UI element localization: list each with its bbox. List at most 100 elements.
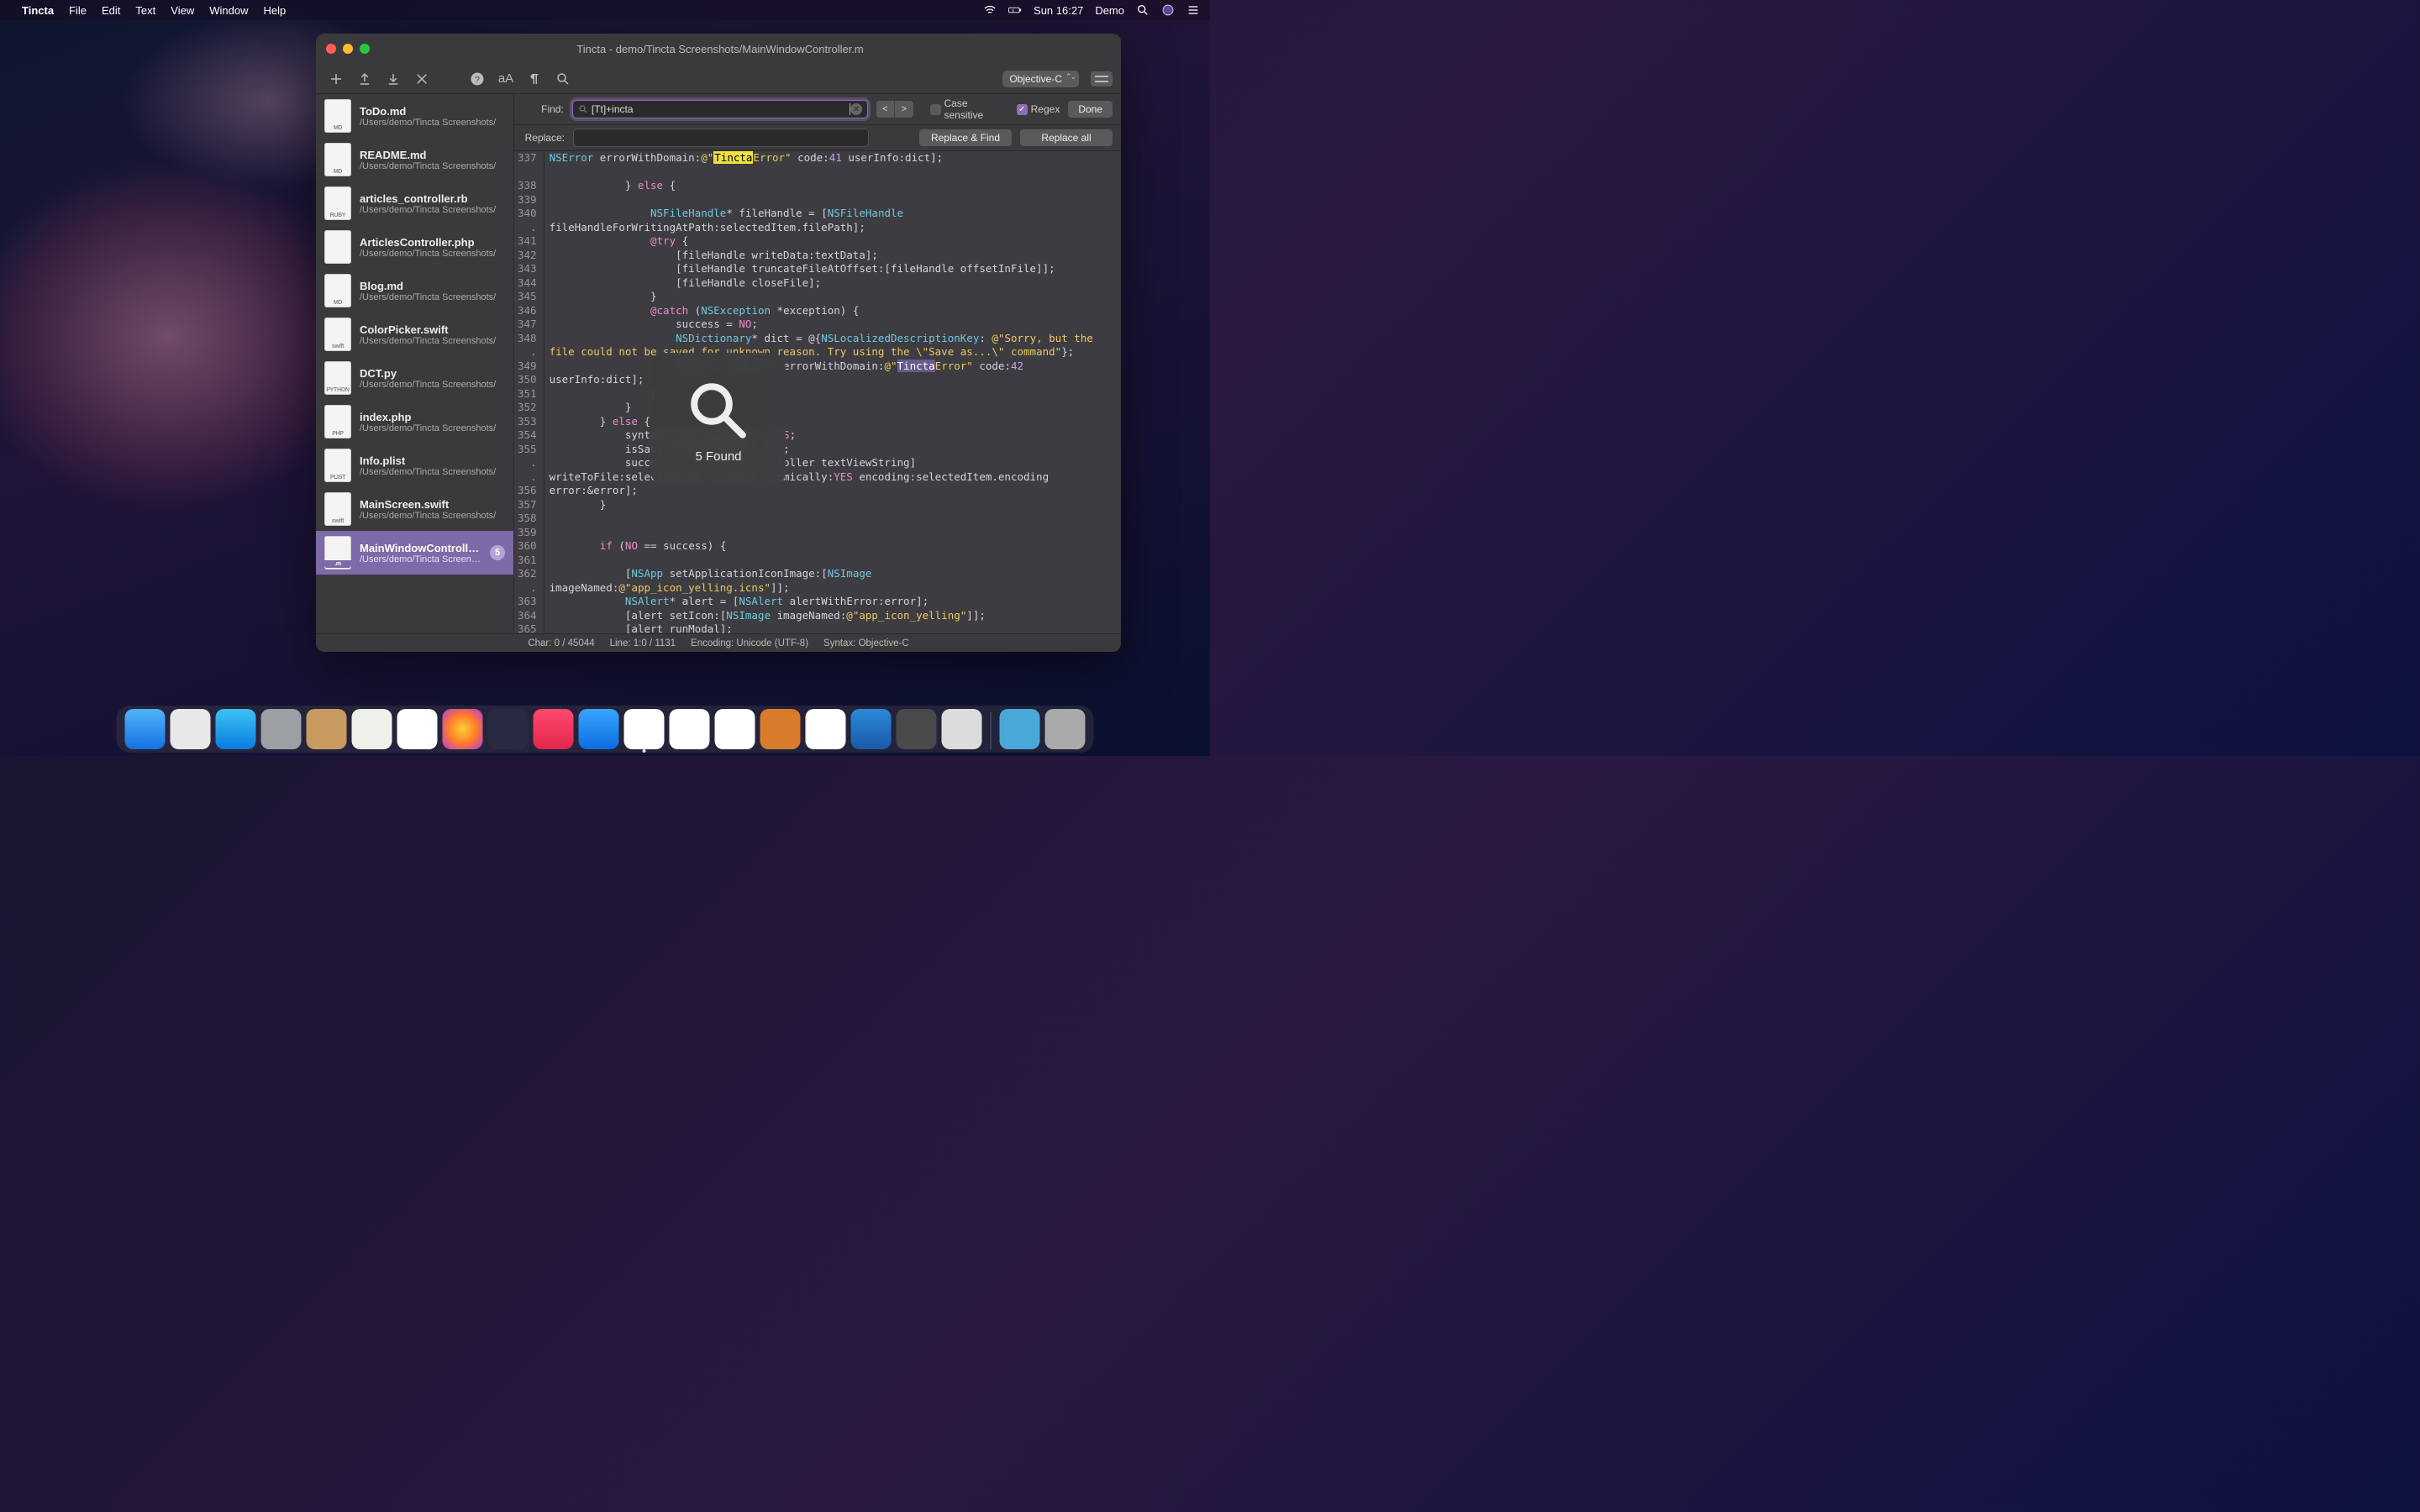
help-button[interactable]: ? [466,68,489,90]
dock-app-font-book[interactable] [942,709,982,749]
code-editor[interactable]: 337338339340.341342343344345346347348.34… [514,151,1121,633]
find-prev-button[interactable]: < [876,101,895,118]
file-row[interactable]: DCT.py/Users/demo/Tincta Screenshots/ [316,356,513,400]
line-number: . [518,456,537,470]
menu-edit[interactable]: Edit [102,4,120,17]
app-menu[interactable]: Tincta [22,4,54,17]
hud-text: 5 Found [695,449,741,464]
control-center-icon[interactable] [1186,3,1200,17]
dock-app-photos[interactable] [397,709,438,749]
paragraph-button[interactable] [523,68,546,90]
code-line: } [550,498,1116,512]
line-number: 363 [518,595,537,609]
done-button[interactable]: Done [1068,101,1113,118]
dock-app-finder[interactable] [125,709,166,749]
code-line: file could not be saved for unknown reas… [550,345,1116,360]
find-bar: Find: [Tt]+incta ✕ < > Case sensitive ✓R… [514,94,1121,125]
dock-app-contacts[interactable] [307,709,347,749]
file-row[interactable]: Blog.md/Users/demo/Tincta Screenshots/ [316,269,513,312]
line-number: 343 [518,262,537,276]
user-menu[interactable]: Demo [1095,4,1124,17]
code-line: [NSApp setApplicationIconImage:[NSImage [550,567,1116,581]
code-line: imageNamed:@"app_icon_yelling.icns"]]; [550,581,1116,596]
code-line: } [550,290,1116,304]
dock-app-music-app[interactable] [534,709,574,749]
replace-all-button[interactable]: Replace all [1020,129,1113,146]
code-line: } [550,401,1116,415]
file-row[interactable]: articles_controller.rb/Users/demo/Tincta… [316,181,513,225]
dock-app-keynote[interactable] [851,709,892,749]
line-number: 359 [518,526,537,540]
file-row[interactable]: ToDo.md/Users/demo/Tincta Screenshots/ [316,94,513,138]
dock-app-maps[interactable] [352,709,392,749]
dock-app-calculator[interactable] [760,709,801,749]
upload-button[interactable] [353,68,376,90]
dock-app-mail[interactable] [171,709,211,749]
menu-text[interactable]: Text [135,4,155,17]
file-row[interactable]: README.md/Users/demo/Tincta Screenshots/ [316,138,513,181]
file-path: /Users/demo/Tincta Screenshots/ [360,205,505,215]
dock-app-affinity[interactable] [488,709,529,749]
match-count-badge: 5 [490,545,505,560]
dock-app-preview[interactable] [670,709,710,749]
file-row[interactable]: index.php/Users/demo/Tincta Screenshots/ [316,400,513,444]
close-file-button[interactable] [410,68,434,90]
code-line: userInfo:dict]; [550,373,1116,387]
spotlight-icon[interactable] [1136,3,1150,17]
siri-icon[interactable] [1161,3,1175,17]
magnifier-icon [685,377,752,444]
file-row[interactable]: ArticlesController.php/Users/demo/Tincta… [316,225,513,269]
code-line [550,512,1116,526]
file-path: /Users/demo/Tincta Screenshots/ [360,161,505,171]
code-line: NSAlert* alert = [NSAlert alertWithError… [550,595,1116,609]
menu-file[interactable]: File [69,4,87,17]
find-next-button[interactable]: > [895,101,913,118]
language-picker[interactable]: Objective-C [1002,71,1079,87]
code-line: if (NO == success) { [550,539,1116,554]
line-number: 342 [518,249,537,263]
dock-app-itunes[interactable] [715,709,755,749]
dock-downloads[interactable] [1000,709,1040,749]
file-row[interactable]: Info.plist/Users/demo/Tincta Screenshots… [316,444,513,487]
search-button[interactable] [551,68,575,90]
line-number: 346 [518,304,537,318]
regex-checkbox[interactable]: ✓Regex [1017,103,1060,115]
status-char: Char: 0 / 45044 [528,638,594,648]
case-sensitive-checkbox[interactable]: Case sensitive [930,97,1008,121]
replace-input[interactable] [573,129,869,147]
dock-trash[interactable] [1045,709,1086,749]
menu-window[interactable]: Window [209,4,248,17]
dock-app-numbers[interactable] [806,709,846,749]
menu-help[interactable]: Help [263,4,286,17]
find-input[interactable]: [Tt]+incta ✕ [572,100,868,118]
clear-find-button[interactable]: ✕ [850,103,862,115]
download-button[interactable] [381,68,405,90]
replace-label: Replace: [523,132,565,144]
dock-app-settings[interactable] [897,709,937,749]
dock-app-launchpad[interactable] [261,709,302,749]
dock-app-appstore[interactable] [216,709,256,749]
dock-app-tincta[interactable] [624,709,665,749]
window-title: Tincta - demo/Tincta Screenshots/MainWin… [329,43,1111,55]
file-row[interactable]: ColorPicker.swift/Users/demo/Tincta Scre… [316,312,513,356]
new-file-button[interactable] [324,68,348,90]
battery-icon[interactable] [1008,3,1022,17]
text-size-button[interactable]: aA [494,68,518,90]
split-view-toggle[interactable] [1091,71,1113,87]
code-line: } [550,387,1116,402]
code-line: } else { [550,179,1116,193]
clock[interactable]: Sun 16:27 [1034,4,1083,17]
code-content[interactable]: NSError errorWithDomain:@"TinctaError" c… [544,151,1121,633]
replace-and-find-button[interactable]: Replace & Find [919,129,1012,146]
wifi-icon[interactable] [983,3,997,17]
line-number: 349 [518,360,537,374]
line-number: 345 [518,290,537,304]
dock-app-firefox[interactable] [443,709,483,749]
dock-app-xcode[interactable] [579,709,619,749]
code-line: fileHandleForWritingAtPath:selectedItem.… [550,221,1116,235]
file-row[interactable]: MainWindowController.m/Users/demo/Tincta… [316,531,513,575]
line-number: 357 [518,498,537,512]
file-row[interactable]: MainScreen.swift/Users/demo/Tincta Scree… [316,487,513,531]
menubar: Tincta File Edit Text View Window Help S… [0,0,1210,20]
menu-view[interactable]: View [171,4,194,17]
